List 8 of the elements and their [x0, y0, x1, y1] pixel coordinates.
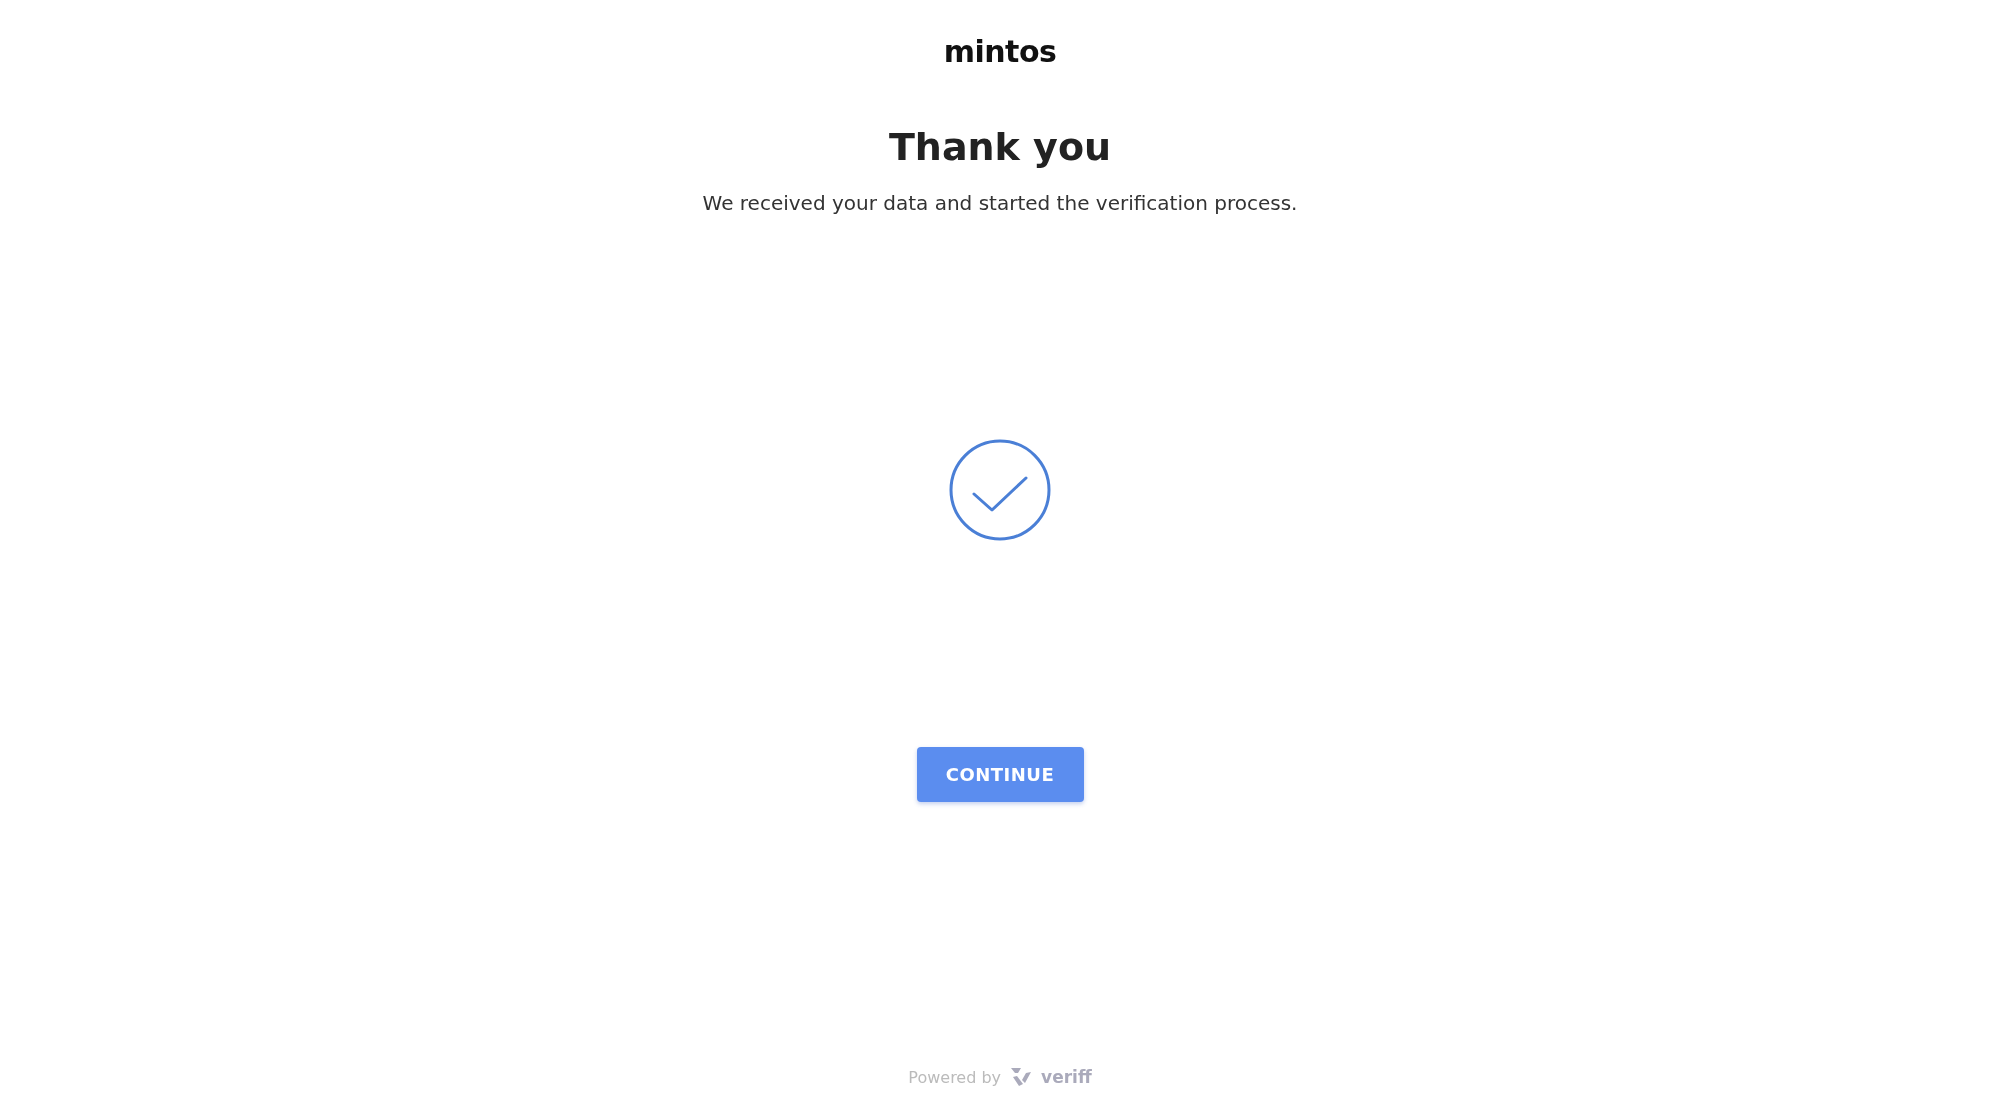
continue-button[interactable]: CONTINUE [916, 747, 1084, 802]
page-title: Thank you [888, 125, 1112, 169]
brand-mark-icon [1009, 1066, 1034, 1088]
brand-logo: mintos [943, 34, 1057, 69]
footer-brand: veriff [1041, 1067, 1092, 1087]
check-circle-icon [949, 439, 1051, 541]
powered-by-text: Powered by [908, 1067, 1002, 1087]
status-message: We received your data and started the verification process. [702, 191, 1298, 215]
